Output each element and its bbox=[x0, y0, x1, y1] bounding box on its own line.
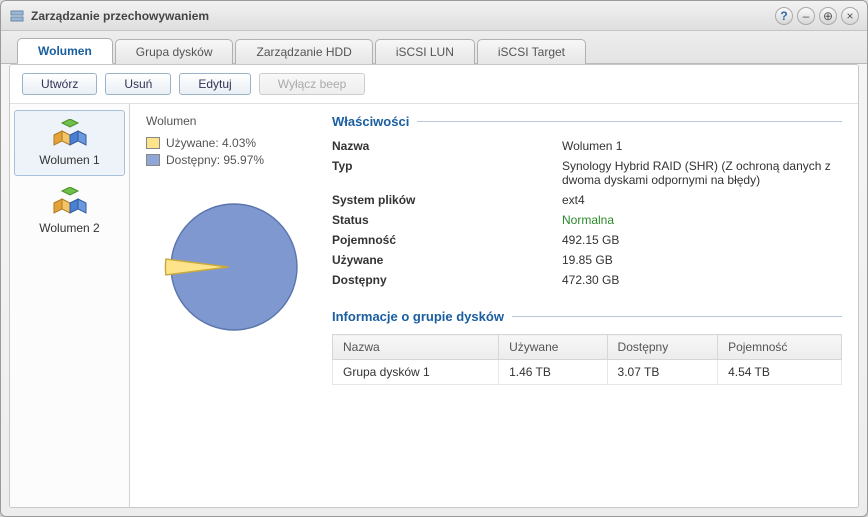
window-controls: ? – ⊕ × bbox=[775, 7, 859, 25]
prop-capacity-label: Pojemność bbox=[332, 233, 562, 247]
titlebar: Zarządzanie przechowywaniem ? – ⊕ × bbox=[1, 1, 867, 31]
delete-button[interactable]: Usuń bbox=[105, 73, 171, 95]
col-avail: Dostępny bbox=[607, 335, 718, 360]
edit-button[interactable]: Edytuj bbox=[179, 73, 250, 95]
col-name: Nazwa bbox=[333, 335, 499, 360]
prop-name-value: Wolumen 1 bbox=[562, 139, 842, 153]
properties-column: Właściwości NazwaWolumen 1 TypSynology H… bbox=[332, 114, 842, 497]
diskgroup-section: Informacje o grupie dysków Nazwa Używane… bbox=[332, 309, 842, 385]
legend-swatch-available bbox=[146, 154, 160, 166]
diskgroup-section-heading: Informacje o grupie dysków bbox=[332, 309, 842, 324]
toolbar: Utwórz Usuń Edytuj Wyłącz beep bbox=[10, 65, 858, 104]
prop-type-value: Synology Hybrid RAID (SHR) (Z ochroną da… bbox=[562, 159, 842, 187]
col-cap: Pojemność bbox=[718, 335, 842, 360]
sidebar-item-label: Wolumen 1 bbox=[19, 153, 120, 167]
properties-section-heading: Właściwości bbox=[332, 114, 842, 129]
prop-status-label: Status bbox=[332, 213, 562, 227]
usage-pie-chart bbox=[164, 197, 304, 337]
prop-used-label: Używane bbox=[332, 253, 562, 267]
beep-off-button: Wyłącz beep bbox=[259, 73, 366, 95]
cell-avail: 3.07 TB bbox=[607, 360, 718, 385]
volume-sidebar: Wolumen 1 Wolumen 2 bbox=[10, 104, 130, 507]
main-content: Wolumen Używane: 4.03% Dostępny: 95.97% bbox=[130, 104, 858, 507]
help-icon[interactable]: ? bbox=[775, 7, 793, 25]
minimize-icon[interactable]: – bbox=[797, 7, 815, 25]
cell-name: Grupa dysków 1 bbox=[333, 360, 499, 385]
maximize-icon[interactable]: ⊕ bbox=[819, 7, 837, 25]
tab-iscsi-lun[interactable]: iSCSI LUN bbox=[375, 39, 475, 64]
overview-column: Wolumen Używane: 4.03% Dostępny: 95.97% bbox=[146, 114, 322, 497]
app-icon bbox=[9, 8, 25, 24]
tab-hdd-management[interactable]: Zarządzanie HDD bbox=[235, 39, 372, 64]
tab-iscsi-target[interactable]: iSCSI Target bbox=[477, 39, 586, 64]
create-button[interactable]: Utwórz bbox=[22, 73, 97, 95]
tabstrip: Wolumen Grupa dysków Zarządzanie HDD iSC… bbox=[1, 31, 867, 64]
volume-icon bbox=[53, 119, 87, 149]
diskgroup-table: Nazwa Używane Dostępny Pojemność Grupa d… bbox=[332, 334, 842, 385]
prop-used-value: 19.85 GB bbox=[562, 253, 842, 267]
prop-fs-label: System plików bbox=[332, 193, 562, 207]
sidebar-item-volume-2[interactable]: Wolumen 2 bbox=[14, 178, 125, 244]
sidebar-item-label: Wolumen 2 bbox=[19, 221, 120, 235]
legend-available: Dostępny: 95.97% bbox=[146, 153, 322, 167]
prop-status-value: Normalna bbox=[562, 213, 842, 227]
tab-volume[interactable]: Wolumen bbox=[17, 38, 113, 64]
storage-manager-window: Zarządzanie przechowywaniem ? – ⊕ × Wolu… bbox=[0, 0, 868, 517]
window-title: Zarządzanie przechowywaniem bbox=[31, 9, 775, 23]
cell-cap: 4.54 TB bbox=[718, 360, 842, 385]
sidebar-item-volume-1[interactable]: Wolumen 1 bbox=[14, 110, 125, 176]
close-icon[interactable]: × bbox=[841, 7, 859, 25]
legend-avail-label: Dostępny: 95.97% bbox=[166, 153, 264, 167]
table-header-row: Nazwa Używane Dostępny Pojemność bbox=[333, 335, 842, 360]
overview-heading: Wolumen bbox=[146, 114, 322, 128]
legend-used-label: Używane: 4.03% bbox=[166, 136, 256, 150]
prop-name-label: Nazwa bbox=[332, 139, 562, 153]
prop-type-label: Typ bbox=[332, 159, 562, 187]
cell-used: 1.46 TB bbox=[499, 360, 607, 385]
legend-swatch-used bbox=[146, 137, 160, 149]
volume-icon bbox=[53, 187, 87, 217]
legend-used: Używane: 4.03% bbox=[146, 136, 322, 150]
table-row[interactable]: Grupa dysków 1 1.46 TB 3.07 TB 4.54 TB bbox=[333, 360, 842, 385]
prop-available-label: Dostępny bbox=[332, 273, 562, 287]
col-used: Używane bbox=[499, 335, 607, 360]
prop-fs-value: ext4 bbox=[562, 193, 842, 207]
tab-diskgroup[interactable]: Grupa dysków bbox=[115, 39, 234, 64]
prop-capacity-value: 492.15 GB bbox=[562, 233, 842, 247]
prop-available-value: 472.30 GB bbox=[562, 273, 842, 287]
